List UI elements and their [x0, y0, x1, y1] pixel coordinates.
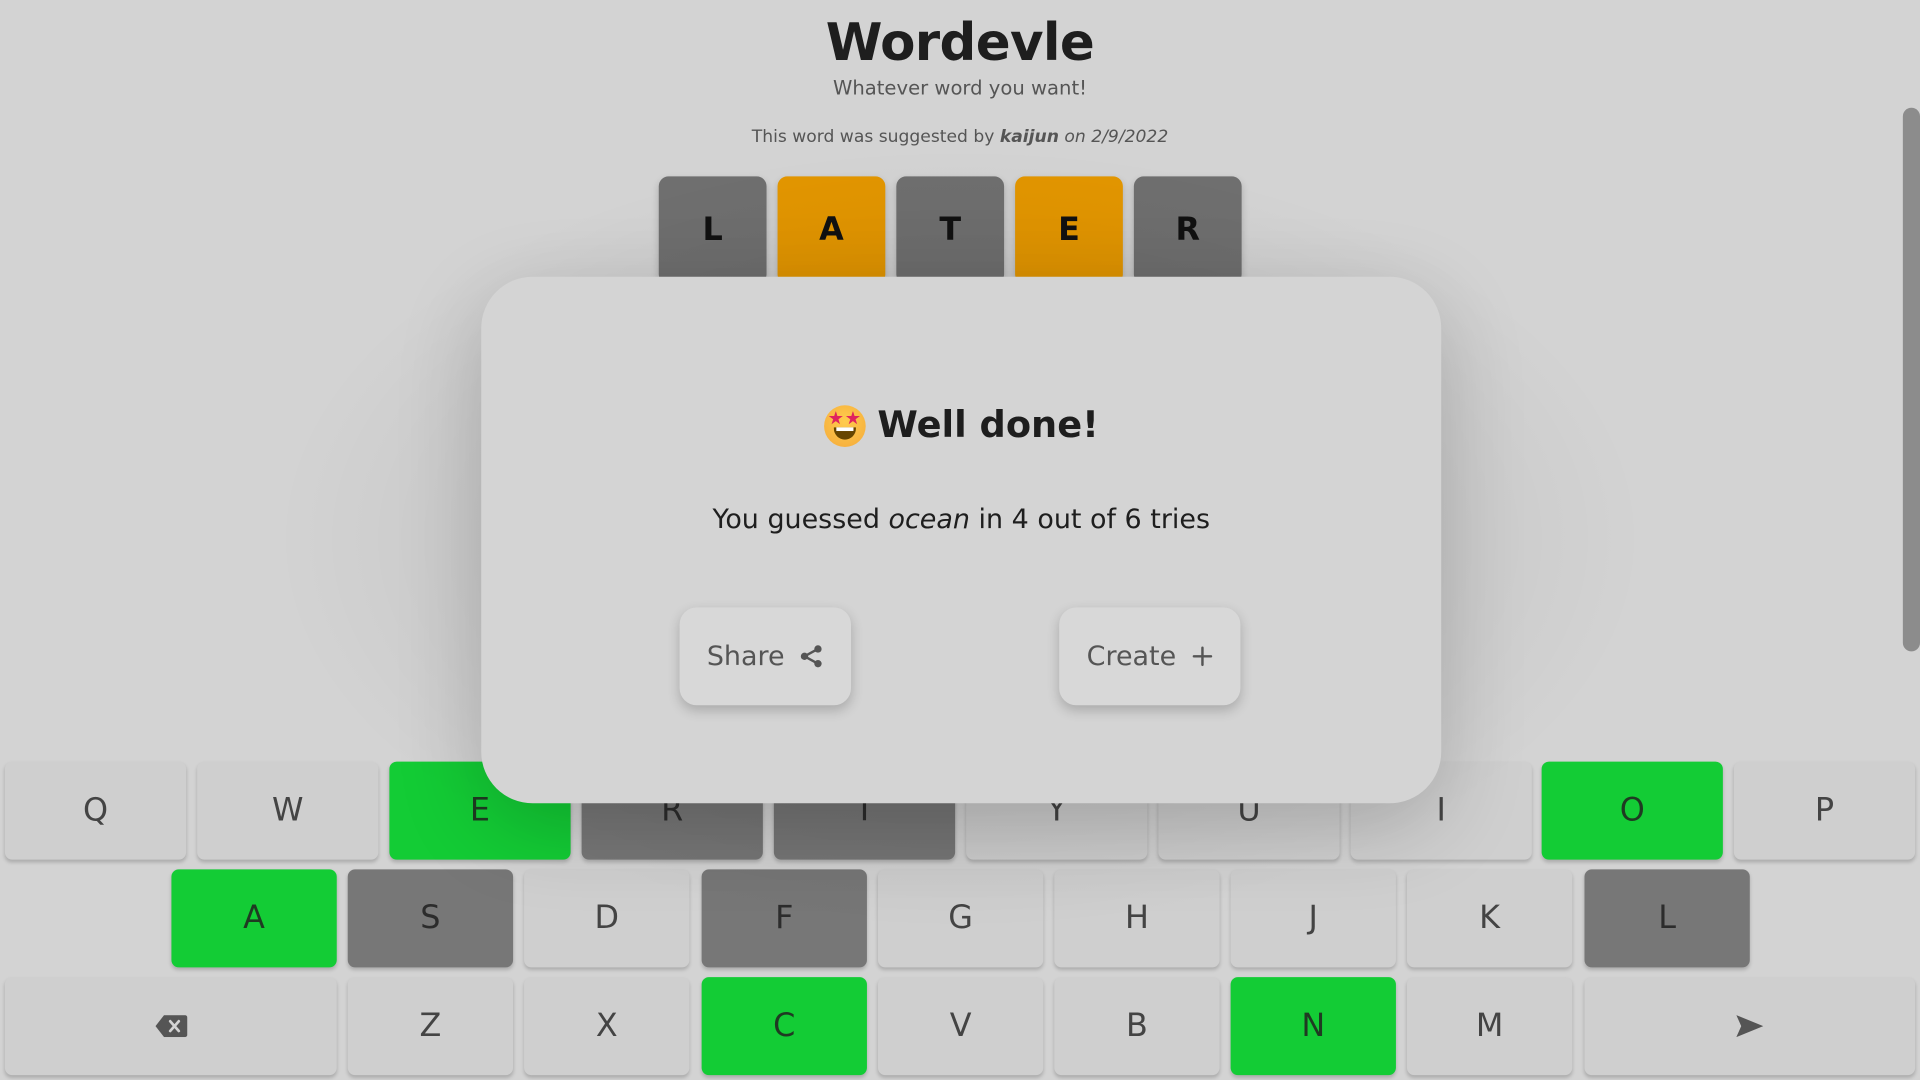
message-suffix: in 4 out of 6 tries: [978, 504, 1210, 536]
key-a[interactable]: A: [171, 869, 337, 968]
credit-on: on: [1064, 127, 1086, 147]
key-z[interactable]: Z: [347, 977, 514, 1076]
app-title: Wordevle: [825, 12, 1095, 73]
modal-title: Well done!: [877, 404, 1099, 447]
game-page: Wordevle Whatever word you want! This wo…: [0, 0, 1920, 1080]
modal-heading: Well done!: [481, 404, 1441, 447]
guess-row: L A T E R: [658, 176, 1242, 285]
key-d[interactable]: D: [524, 869, 690, 968]
message-prefix: You guessed: [712, 504, 880, 536]
key-v[interactable]: V: [877, 977, 1044, 1076]
key-w[interactable]: W: [197, 761, 379, 860]
enter-key[interactable]: [1584, 977, 1916, 1076]
key-c[interactable]: C: [701, 977, 867, 1076]
guess-tile: E: [1015, 176, 1123, 285]
key-q[interactable]: Q: [4, 761, 187, 860]
keyboard-row-3: Z X C V B N M: [0, 977, 1920, 1076]
credit-date: 2/9/2022: [1091, 127, 1169, 147]
backspace-icon: [154, 1015, 187, 1038]
share-button[interactable]: Share: [679, 607, 852, 706]
suggestion-credit: This word was suggested by kaijun on 2/9…: [0, 127, 1920, 147]
guess-tile: R: [1133, 176, 1242, 285]
backspace-key[interactable]: [4, 977, 337, 1076]
vertical-scrollbar[interactable]: [1902, 107, 1920, 652]
key-j[interactable]: J: [1230, 869, 1396, 968]
key-m[interactable]: M: [1406, 977, 1573, 1076]
key-s[interactable]: S: [347, 869, 514, 968]
credit-prefix: This word was suggested by: [751, 127, 995, 147]
guess-tile: T: [896, 176, 1005, 285]
key-n[interactable]: N: [1230, 977, 1396, 1076]
key-p[interactable]: P: [1733, 761, 1916, 860]
create-label: Create: [1086, 641, 1177, 672]
create-button[interactable]: Create: [1059, 607, 1241, 706]
key-l[interactable]: L: [1584, 869, 1750, 968]
result-modal: Well done! You guessed ocean in 4 out of…: [481, 276, 1442, 804]
keyboard-row-2: A S D F G H J K L: [0, 869, 1920, 968]
credit-user: kaijun: [999, 127, 1059, 147]
key-o[interactable]: O: [1541, 761, 1723, 860]
result-message: You guessed ocean in 4 out of 6 tries: [481, 504, 1441, 535]
key-h[interactable]: H: [1054, 869, 1220, 968]
share-icon: [800, 645, 822, 668]
star-struck-emoji-icon: [823, 404, 866, 447]
guess-tile: L: [658, 176, 767, 285]
share-label: Share: [706, 641, 785, 672]
plus-icon: [1192, 646, 1212, 667]
app-subtitle: Whatever word you want!: [832, 75, 1088, 100]
guess-tile: A: [777, 176, 886, 285]
answer-word: ocean: [888, 504, 970, 536]
key-b[interactable]: B: [1054, 977, 1220, 1076]
key-k[interactable]: K: [1406, 869, 1573, 968]
key-g[interactable]: G: [877, 869, 1044, 968]
key-f[interactable]: F: [701, 869, 867, 968]
key-x[interactable]: X: [524, 977, 690, 1076]
enter-arrow-icon: [1736, 1015, 1764, 1038]
